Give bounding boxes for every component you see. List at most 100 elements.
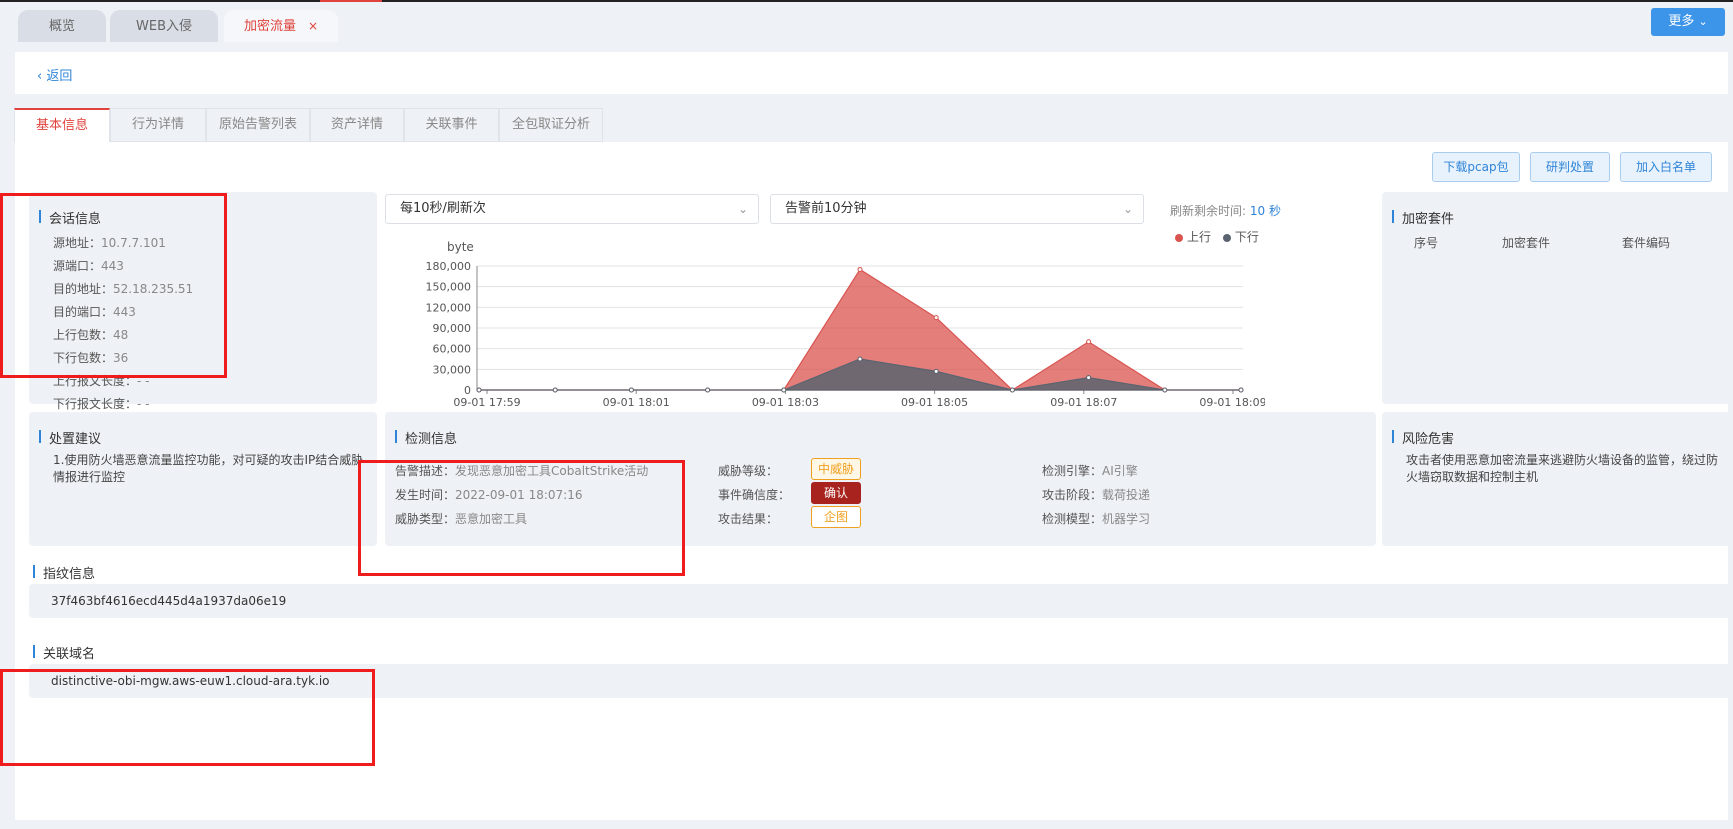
subtab-label: 全包取证分析 — [511, 117, 590, 132]
subtab-label: 资产详情 — [330, 117, 383, 132]
time-range-select[interactable]: 告警前10分钟 ⌄ — [770, 194, 1144, 224]
chevron-down-icon: ⌄ — [1698, 15, 1708, 28]
countdown-value: 10 秒 — [1249, 204, 1281, 218]
advice-card: 处置建议 1.使用防火墙恶意流量监控功能，对可疑的攻击IP结合威胁情报进行监控 — [29, 412, 377, 546]
add-whitelist-button[interactable]: 加入白名单 — [1620, 152, 1712, 182]
refresh-countdown: 刷新剩余时间: 10 秒 — [1170, 202, 1281, 219]
kv-label: 下行报文长度： — [53, 397, 138, 411]
card-title: 风险危害 — [1392, 428, 1454, 447]
close-icon[interactable]: × — [308, 19, 318, 33]
subtab-related-events[interactable]: 关联事件 — [404, 108, 499, 142]
data-point — [857, 266, 863, 272]
kv-value: - - — [137, 397, 150, 411]
x-tick-label: 09-01 18:03 — [752, 396, 819, 409]
judge-dispose-label: 研判处置 — [1545, 160, 1594, 174]
card-title: 检测信息 — [395, 428, 457, 447]
column-header: 加密套件 — [1502, 236, 1551, 250]
add-whitelist-label: 加入白名单 — [1635, 160, 1696, 174]
risk-text: 攻击者使用恶意加密流量来逃避防火墙设备的监管，绕过防火墙窃取数据和控制主机 — [1406, 453, 1719, 484]
y-tick-label: 90,000 — [433, 322, 472, 335]
subtab-behavior[interactable]: 行为详情 — [110, 108, 206, 142]
more-button[interactable]: 更多 ⌄ — [1651, 8, 1725, 36]
back-bar: ‹ 返回 — [15, 52, 1728, 94]
data-point — [1238, 387, 1244, 393]
x-tick-label: 09-01 18:07 — [1050, 396, 1117, 409]
data-point — [933, 368, 939, 374]
kv-value: 机器学习 — [1102, 512, 1151, 526]
subtab-label: 行为详情 — [131, 117, 184, 132]
x-tick-label: 09-01 17:59 — [453, 396, 520, 409]
data-point — [781, 387, 787, 393]
data-point — [1009, 387, 1015, 393]
download-pcap-label: 下载pcap包 — [1443, 160, 1509, 174]
data-point — [476, 387, 482, 393]
data-point — [933, 315, 939, 321]
attack-result-badge: 企图 — [811, 506, 861, 528]
card-title: 加密套件 — [1392, 208, 1454, 227]
tab-web-intrusion[interactable]: WEB入侵 — [110, 10, 218, 43]
highlight-box — [358, 460, 685, 576]
encryption-suites-card: 加密套件 序号 加密套件 套件编码 — [1382, 192, 1730, 404]
related-domain-title: 关联域名 — [33, 643, 95, 662]
data-point — [628, 387, 634, 393]
subtab-basic-info[interactable]: 基本信息 — [14, 108, 110, 142]
subtab-full-packet[interactable]: 全包取证分析 — [499, 108, 603, 142]
judge-dispose-button[interactable]: 研判处置 — [1530, 152, 1610, 182]
kv-label: 攻击结果： — [718, 512, 779, 526]
advice-text: 1.使用防火墙恶意流量监控功能，对可疑的攻击IP结合威胁情报进行监控 — [53, 453, 364, 484]
y-tick-label: 180,000 — [426, 260, 472, 273]
tab-encrypted-traffic-label: 加密流量 — [243, 19, 296, 34]
subtab-raw-alerts[interactable]: 原始告警列表 — [206, 108, 310, 142]
tab-encrypted-traffic[interactable]: 加密流量 × — [224, 10, 338, 43]
tab-overview-label: 概览 — [48, 19, 75, 34]
subtab-label: 基本信息 — [35, 118, 88, 133]
kv-row: 检测引擎：AI引擎 — [1042, 462, 1138, 479]
card-title: 处置建议 — [39, 428, 101, 447]
kv-value: AI引擎 — [1102, 464, 1138, 478]
confidence-badge: 确认 — [811, 482, 861, 504]
kv-label: 检测引擎： — [1042, 464, 1103, 478]
kv-row: 下行报文长度：- - — [53, 395, 150, 412]
kv-label: 检测模型： — [1042, 512, 1103, 526]
highlight-box — [0, 669, 375, 766]
back-link[interactable]: ‹ 返回 — [37, 65, 72, 84]
more-button-label: 更多 — [1668, 14, 1695, 29]
y-axis-label: byte — [447, 240, 474, 254]
column-header: 套件编码 — [1622, 236, 1671, 250]
data-point — [552, 387, 558, 393]
chevron-left-icon: ‹ — [37, 69, 43, 84]
column-header: 序号 — [1414, 236, 1439, 250]
refresh-interval-value: 每10秒/刷新次 — [400, 201, 486, 216]
kv-label: 威胁等级： — [718, 464, 779, 478]
chevron-down-icon: ⌄ — [737, 202, 748, 216]
chevron-down-icon: ⌄ — [1122, 202, 1133, 216]
data-point — [1086, 375, 1092, 381]
data-point — [705, 387, 711, 393]
y-tick-label: 120,000 — [426, 301, 472, 314]
subtab-label: 关联事件 — [425, 117, 478, 132]
data-point — [1086, 339, 1092, 345]
y-tick-label: 150,000 — [426, 281, 472, 294]
kv-value: 载荷投递 — [1102, 488, 1151, 502]
subtab-label: 原始告警列表 — [218, 117, 297, 132]
refresh-interval-select[interactable]: 每10秒/刷新次 ⌄ — [385, 194, 759, 224]
x-tick-label: 09-01 18:09 — [1199, 396, 1265, 409]
subtab-assets[interactable]: 资产详情 — [310, 108, 404, 142]
kv-label: 攻击阶段： — [1042, 488, 1103, 502]
traffic-chart: byte 180,000 150,000 120,000 90,000 60,000 30,… — [426, 240, 1266, 409]
tab-web-intrusion-label: WEB入侵 — [136, 19, 192, 34]
y-tick-label: 60,000 — [433, 343, 472, 356]
back-link-label: 返回 — [46, 69, 73, 84]
kv-row: 检测模型：机器学习 — [1042, 510, 1150, 527]
time-range-value: 告警前10分钟 — [785, 201, 867, 216]
tab-overview[interactable]: 概览 — [18, 10, 106, 43]
risk-card: 风险危害 攻击者使用恶意加密流量来逃避防火墙设备的监管，绕过防火墙窃取数据和控制… — [1382, 412, 1730, 546]
countdown-label: 刷新剩余时间: — [1170, 204, 1247, 218]
data-point — [857, 356, 863, 362]
data-point — [1162, 387, 1168, 393]
kv-row: 攻击阶段：载荷投递 — [1042, 486, 1150, 503]
download-pcap-button[interactable]: 下载pcap包 — [1432, 152, 1520, 182]
kv-label: 事件确信度： — [718, 488, 791, 502]
threat-level-badge: 中威胁 — [811, 458, 861, 480]
x-tick-label: 09-01 18:01 — [603, 396, 670, 409]
